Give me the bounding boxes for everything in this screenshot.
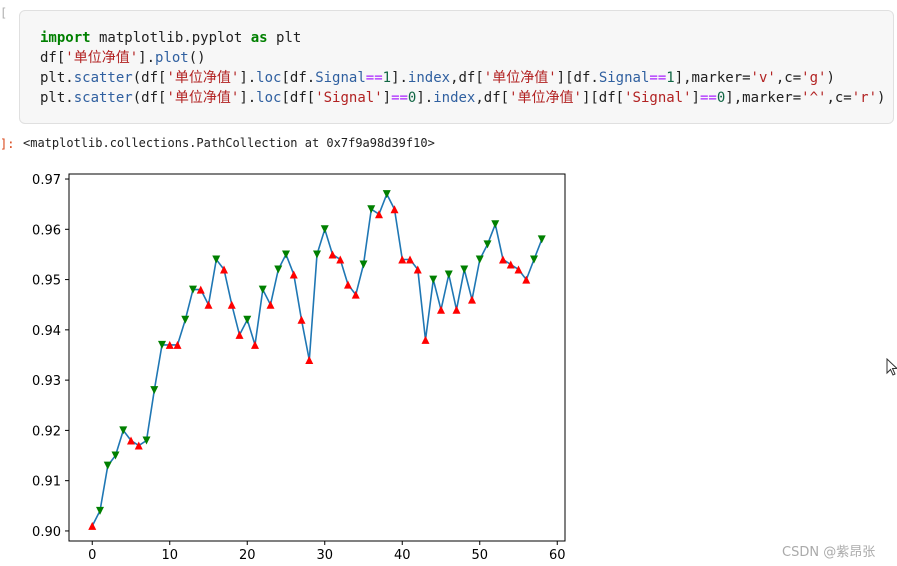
x-tick-label: 30 [316,548,333,563]
line-chart: 0 10 20 30 40 50 60 0.90 0.91 0.92 0.93 0.94 0.95 0.9… [32,173,566,563]
y-tick-label: 0.90 [32,525,61,540]
y-tick-label: 0.94 [32,324,61,339]
mouse-cursor-icon [886,358,897,376]
y-tick-label: 0.95 [32,274,61,289]
y-tick-label: 0.91 [32,475,61,490]
y-tick-label: 0.93 [32,374,61,389]
y-tick-label: 0.96 [32,223,61,238]
x-tick-label: 10 [161,548,178,563]
x-tick-label: 40 [394,548,411,563]
x-tick-label: 60 [549,548,566,563]
watermark: CSDN @紫昂张 [782,545,876,560]
x-tick-label: 0 [88,548,96,563]
y-tick-label: 0.97 [32,173,61,188]
plot-area [68,173,566,542]
y-tick-label: 0.92 [32,424,61,439]
x-tick-label: 20 [239,548,256,563]
x-tick-label: 50 [471,548,488,563]
